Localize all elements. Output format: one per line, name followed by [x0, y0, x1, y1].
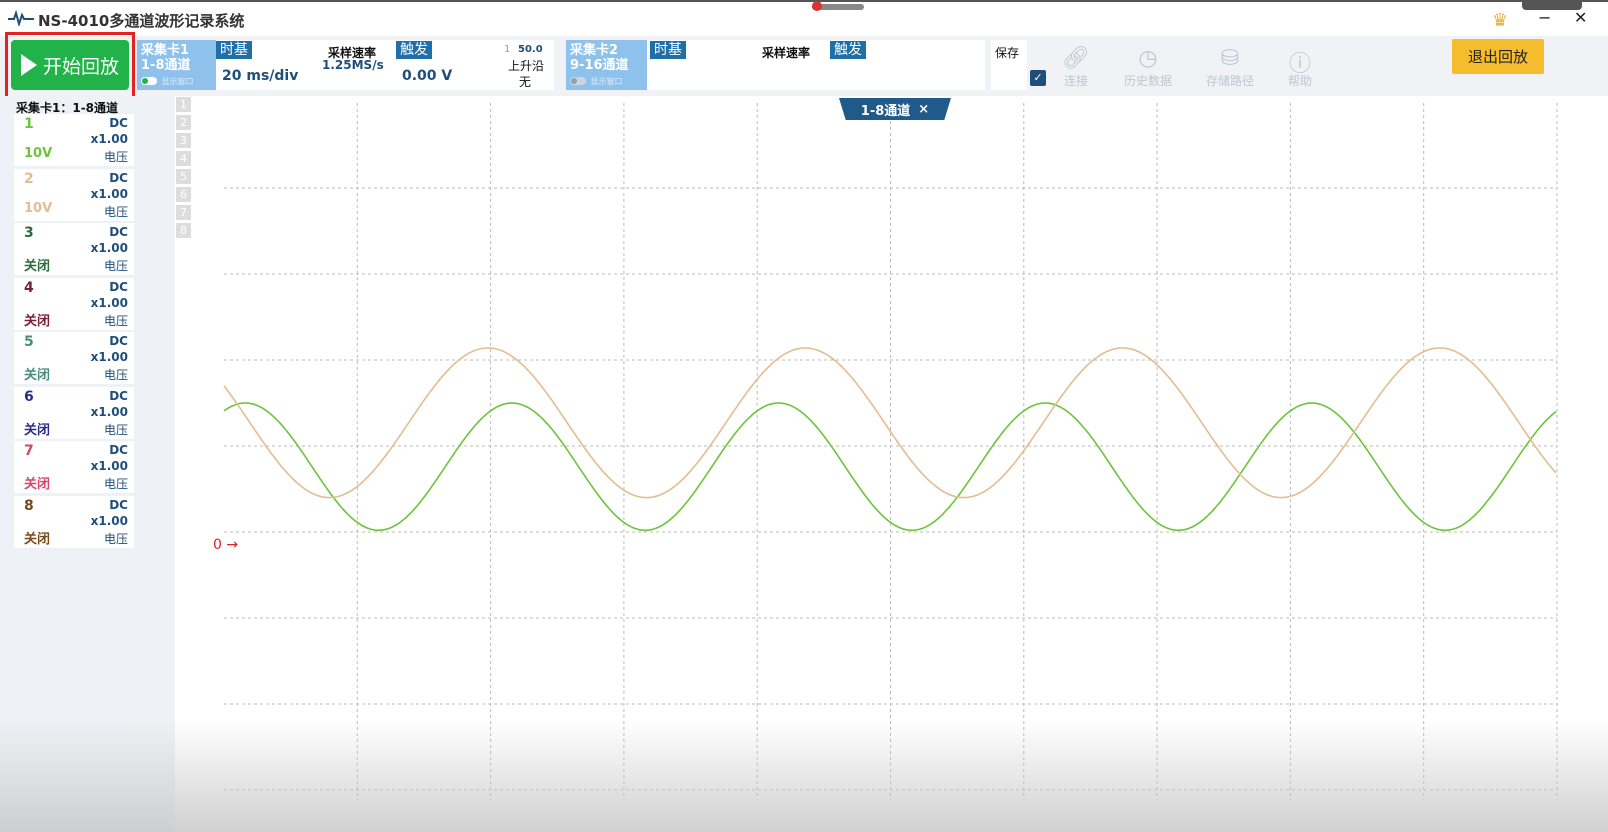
tab-close-icon[interactable]: ×: [918, 102, 929, 117]
tab-label: 1-8通道: [860, 103, 911, 119]
tab-1-8-channels[interactable]: 1-8通道 ×: [839, 98, 951, 120]
waveform-plot[interactable]: [0, 0, 1608, 832]
zero-marker[interactable]: 0 →: [213, 537, 238, 553]
